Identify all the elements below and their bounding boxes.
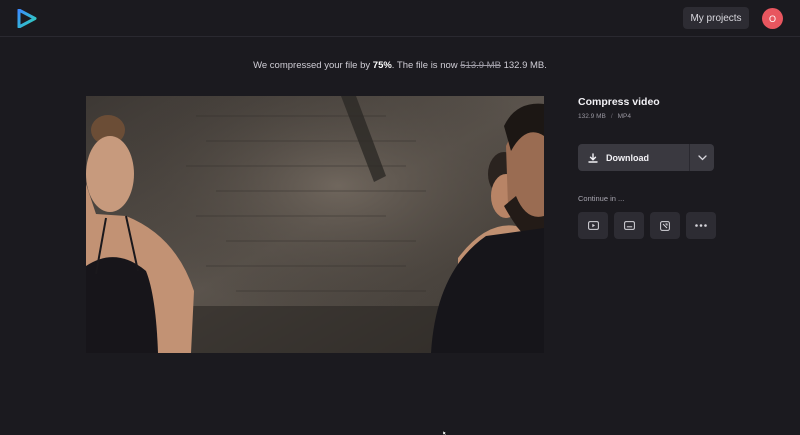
notice-prefix: We compressed your file by — [253, 60, 373, 71]
subtitle-app-icon — [623, 221, 635, 230]
more-icon — [695, 224, 707, 227]
video-frame — [86, 96, 544, 353]
continue-edit-button[interactable] — [650, 212, 680, 239]
continue-subtitle-button[interactable] — [614, 212, 644, 239]
file-size: 132.9 MB — [578, 113, 606, 120]
edit-app-icon — [660, 220, 670, 231]
avatar[interactable]: O — [762, 8, 783, 29]
file-format: MP4 — [617, 113, 632, 120]
top-bar: My projects O — [0, 0, 800, 37]
notice-middle: . The file is now — [391, 60, 461, 71]
chevron-down-icon — [697, 154, 707, 160]
continue-more-button[interactable] — [686, 212, 716, 239]
download-button-group: Download — [578, 144, 714, 171]
download-icon — [588, 152, 598, 163]
video-preview[interactable] — [86, 96, 544, 353]
notice-percent: 75% — [372, 60, 392, 71]
video-app-icon — [587, 221, 599, 230]
compression-notice: We compressed your file by 75%. The file… — [0, 60, 800, 71]
mouse-cursor-icon — [443, 431, 448, 435]
notice-new-size: 132.9 MB. — [503, 60, 547, 71]
continue-label: Continue in ... — [578, 194, 625, 203]
my-projects-button[interactable]: My projects — [683, 7, 749, 29]
meta-separator: / — [610, 113, 613, 120]
notice-old-size: 513.9 MB — [460, 60, 501, 71]
app-logo-icon[interactable] — [17, 9, 37, 28]
download-label: Download — [606, 152, 649, 163]
continue-apps — [578, 212, 716, 239]
download-options-button[interactable] — [689, 144, 714, 171]
download-button[interactable]: Download — [578, 144, 689, 171]
continue-video-button[interactable] — [578, 212, 608, 239]
panel-title: Compress video — [578, 96, 660, 108]
file-meta: 132.9 MB / MP4 — [578, 113, 631, 120]
